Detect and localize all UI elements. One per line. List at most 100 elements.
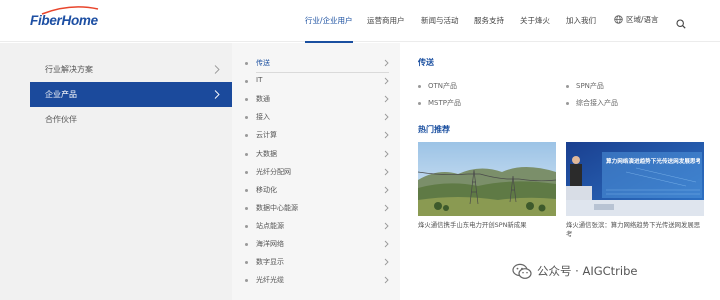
bullet-dot-icon (245, 80, 248, 84)
bullet-dot-icon (245, 224, 248, 228)
landscape-image (418, 142, 556, 216)
sub-menu-item-label: 传送 (256, 59, 270, 67)
language-label: 区域/语言 (626, 15, 659, 24)
sub-menu-item[interactable]: 大数据 (245, 148, 389, 162)
sub-menu-item-label: 海洋网络 (256, 240, 284, 248)
bullet-dot-icon (245, 206, 248, 210)
bullet-dot-icon (245, 279, 248, 283)
chevron-right-icon (384, 186, 389, 194)
bullet-dot-icon (245, 116, 248, 120)
sub-menu-item-label: 站点能源 (256, 221, 284, 230)
bullet-dot-icon (418, 85, 421, 88)
news-card[interactable]: 算力网络演进趋势下光传送网发展思考 烽火通信张滨：算力网络趋势下光传送网发展思考 (566, 142, 704, 239)
chevron-right-icon (384, 59, 389, 67)
news-card[interactable]: 烽火通信携手山东电力开创SPN新成果 (418, 142, 556, 230)
sub-menu-item-label: 接入 (256, 113, 270, 122)
product-link-label: 综合接入产品 (576, 99, 618, 107)
left-menu-item-partners[interactable]: 合作伙伴 (30, 107, 232, 132)
nav-item-support[interactable]: 服务支持 (474, 15, 504, 26)
sub-menu-item[interactable]: 光纤光缆 (245, 274, 389, 288)
sub-menu-item[interactable]: 站点能源 (245, 220, 389, 234)
bullet-dot-icon (418, 102, 421, 105)
news-caption: 烽火通信携手山东电力开创SPN新成果 (418, 221, 527, 229)
bullet-dot-icon (566, 85, 569, 88)
product-link-otn[interactable]: OTN产品 (418, 81, 457, 91)
sub-menu-item[interactable]: 云计算 (245, 129, 389, 143)
left-menu-item-label: 行业解决方案 (45, 65, 93, 74)
nav-item-careers[interactable]: 加入我们 (566, 15, 596, 26)
left-menu-item-enterprise-products[interactable]: 企业产品 (30, 82, 232, 107)
sub-menu-item-label: 光纤分配网 (256, 167, 291, 176)
hot-recommend-title: 热门推荐 (418, 125, 450, 134)
language-selector[interactable]: 区域/语言 (614, 14, 659, 25)
sub-menu-item-label: 云计算 (256, 131, 277, 140)
chevron-right-icon (384, 150, 389, 157)
bullet-dot-icon (245, 98, 248, 102)
watermark-text: 公众号 · AIGCtribe (537, 264, 638, 278)
product-link-label: OTN产品 (428, 82, 458, 90)
bullet-dot-icon (245, 188, 248, 192)
sub-menu-item[interactable]: 数据中心能源 (245, 202, 389, 216)
sub-menu-item-label: 数据中心能源 (256, 203, 298, 212)
product-link-mstp[interactable]: MSTP产品 (418, 98, 461, 108)
globe-icon (614, 15, 623, 24)
sub-menu: 传送 IT 数通接入云计算大数据光纤分配网移动化数据中心能源 站点能源海洋网络数字显示… (232, 43, 400, 300)
chevron-right-icon (384, 132, 389, 139)
chevron-right-icon (384, 95, 389, 103)
news-image-banner-text: 算力网络演进趋势下光传送网发展思考 (606, 159, 700, 165)
sub-menu-item-label: 大数据 (256, 149, 277, 158)
nav-item-about[interactable]: 关于烽火 (520, 15, 550, 26)
chevron-right-icon (384, 276, 389, 284)
bullet-dot-icon (245, 152, 248, 156)
sub-menu-item[interactable]: IT (245, 75, 389, 89)
bullet-dot-icon (566, 102, 569, 105)
chevron-right-icon (214, 90, 220, 99)
product-link-label: SPN产品 (576, 82, 604, 90)
chevron-right-icon (384, 113, 389, 121)
section-title: 传送 (418, 58, 434, 67)
wechat-watermark: 公众号 · AIGCtribe (512, 260, 637, 282)
product-link-label: MSTP产品 (428, 99, 461, 107)
left-menu: 行业解决方案 企业产品 合作伙伴 (0, 43, 232, 300)
sub-menu-item-label: 数字显示 (256, 258, 284, 267)
left-menu-item-label: 企业产品 (45, 90, 77, 99)
site-header: FiberHome 行业/企业用户 运营商用户 新闻与活动 服务支持 关于烽火 … (0, 0, 720, 43)
chevron-right-icon (214, 65, 220, 74)
nav-item-operator[interactable]: 运营商用户 (367, 15, 405, 26)
sub-menu-item[interactable]: 海洋网络 (245, 238, 389, 252)
sub-menu-item[interactable]: 接入 (245, 111, 389, 125)
fiberhome-logo[interactable]: FiberHome (30, 6, 99, 31)
product-link-access[interactable]: 综合接入产品 (566, 98, 618, 108)
news-image-conference: 算力网络演进趋势下光传送网发展思考 (566, 142, 704, 216)
chevron-right-icon (384, 240, 389, 248)
sub-menu-item-label: IT (256, 76, 263, 85)
nav-item-enterprise[interactable]: 行业/企业用户 (305, 15, 353, 43)
chevron-right-icon (384, 168, 389, 175)
logo-text: FiberHome (30, 13, 98, 28)
sub-menu-item[interactable]: 传送 (245, 57, 389, 73)
bullet-dot-icon (245, 243, 248, 246)
sub-menu-item[interactable]: 移动化 (245, 184, 389, 198)
bullet-dot-icon (245, 261, 248, 265)
sub-menu-item-label: 移动化 (256, 185, 277, 194)
sub-menu-item[interactable]: 数通 (245, 93, 389, 107)
bullet-dot-icon (245, 170, 248, 174)
left-menu-item-solutions[interactable]: 行业解决方案 (30, 57, 232, 82)
news-image-landscape (418, 142, 556, 216)
sub-menu-item[interactable]: 光纤分配网 (245, 166, 389, 180)
search-icon (676, 19, 686, 29)
chevron-right-icon (384, 77, 389, 85)
left-menu-item-label: 合作伙伴 (45, 115, 77, 124)
chevron-right-icon (384, 222, 389, 230)
news-caption: 烽火通信张滨：算力网络趋势下光传送网发展思考 (566, 221, 701, 238)
conference-image (566, 142, 704, 216)
sub-menu-item-label: 数通 (256, 95, 270, 104)
chevron-right-icon (384, 204, 389, 212)
sub-menu-item[interactable]: 数字显示 (245, 256, 389, 270)
chevron-right-icon (384, 258, 389, 266)
product-link-spn[interactable]: SPN产品 (566, 81, 604, 91)
bullet-dot-icon (245, 134, 248, 138)
nav-item-news[interactable]: 新闻与活动 (421, 15, 459, 26)
sub-menu-item-label: 光纤光缆 (256, 276, 284, 285)
search-button[interactable] (676, 14, 686, 33)
